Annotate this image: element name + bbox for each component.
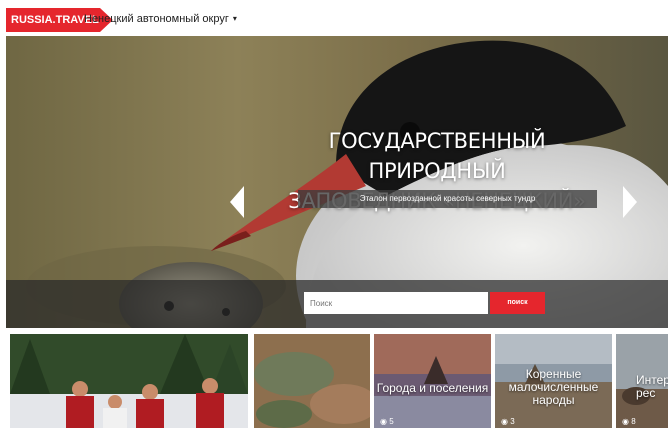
tile-interesting[interactable]: Интер рес ◉ 8 [616,334,668,428]
tile-nature[interactable] [254,334,370,428]
top-bar: RUSSIA.TRAVEL Ненецкий автономный округ ▾ [0,0,668,36]
search-button[interactable]: поиск [490,292,545,314]
search-input[interactable] [304,292,488,314]
region-selector[interactable]: Ненецкий автономный округ ▾ [84,13,237,25]
tile-count: ◉ 8 [622,417,636,426]
search-bar: поиск [6,280,668,328]
hero-subtitle: Эталон первозданной красоты северных тун… [298,190,597,208]
chevron-down-icon: ▾ [232,14,237,23]
tile-image [254,334,370,428]
tile-count: ◉ 3 [501,417,515,426]
category-tiles: Города и поселения ◉ 5 Коренные малочисл… [0,334,668,428]
tile-label: Города и поселения [376,381,489,395]
region-label: Ненецкий автономный округ [84,13,229,25]
tile-indigenous[interactable]: Коренные малочисленные народы ◉ 3 [495,334,612,428]
eye-icon: ◉ [622,417,629,426]
tile-cities[interactable]: Города и поселения ◉ 5 [374,334,491,428]
tile-people[interactable] [10,334,248,428]
tile-label: Интер рес [636,373,668,400]
next-slide-icon[interactable] [623,186,637,218]
prev-slide-icon[interactable] [230,186,244,218]
tile-image [10,334,248,428]
eye-icon: ◉ [501,417,508,426]
hero-slider: ГОСУДАРСТВЕННЫЙ ПРИРОДНЫЙ ЗАПОВЕДНИК «НЕ… [6,36,668,328]
tile-label: Коренные малочисленные народы [508,367,599,407]
tile-count: ◉ 5 [380,417,394,426]
eye-icon: ◉ [380,417,387,426]
